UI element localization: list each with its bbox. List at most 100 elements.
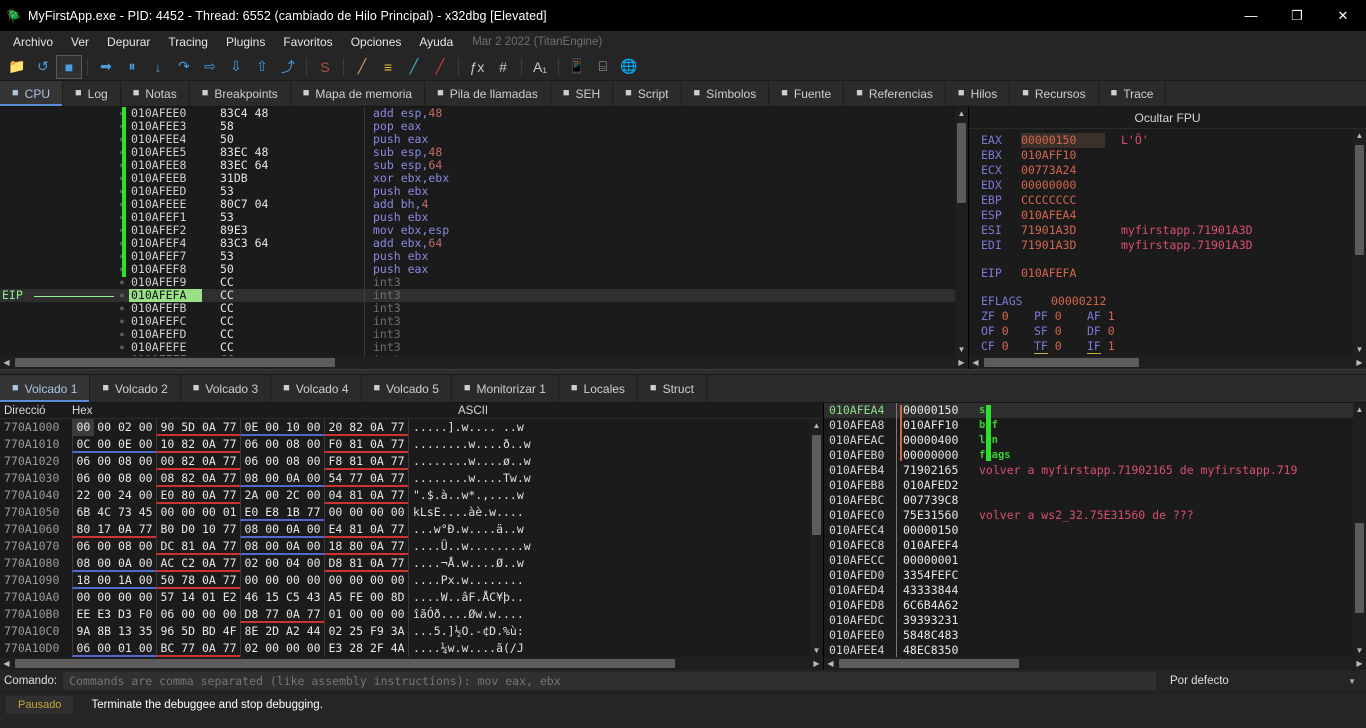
eflags-value[interactable]: 00000212 [1051,294,1135,309]
hex-byte[interactable]: AC [157,555,178,570]
hex-byte[interactable]: 10 [199,521,220,538]
step-out-button[interactable]: ⇨ [197,55,223,79]
hex-group[interactable]: F8 81 0A 77 [324,453,408,470]
hex-byte[interactable]: 08 [241,538,262,553]
tab-notas[interactable]: ■ Notas [121,81,190,106]
hide-fpu-button[interactable]: Ocultar FPU [969,107,1366,129]
hex-byte[interactable]: EE [73,606,94,623]
hex-byte[interactable]: 00 [346,504,367,521]
hex-byte[interactable]: 00 [262,538,283,553]
hex-byte[interactable]: 08 [157,470,178,485]
hex-byte[interactable]: 0A [199,436,220,451]
hex-byte[interactable]: 20 [325,419,346,434]
hex-byte[interactable]: 25 [346,623,367,640]
hex-byte[interactable]: 0A [367,470,388,485]
minimize-button[interactable]: — [1228,0,1274,31]
registers-hscrollbar[interactable]: ◀ ▶ [969,356,1366,369]
hex-byte[interactable]: 8E [241,623,262,640]
stack-row-value[interactable]: 5848C483 [896,628,974,643]
hex-byte[interactable]: 00 [303,572,324,589]
stack-row[interactable]: 010AFEC4 00000150 [824,523,1366,538]
hex-byte[interactable]: 06 [73,538,94,555]
hex-byte[interactable]: 06 [241,453,262,470]
functions-button[interactable]: ƒx [464,55,490,79]
register-row-eip[interactable]: EIP 010AFEFA [969,266,1366,281]
hex-byte[interactable]: 81 [346,487,367,502]
register-value[interactable]: 00773A24 [1021,163,1105,178]
run-to-user-button[interactable]: ⤴ [275,55,301,79]
dump-row[interactable]: 770A1060 80 17 0A 77 B0 D0 10 77 08 00 0A 00 E4 81 0A 77… [0,521,823,538]
stack-row-value[interactable]: 3354FEFC [896,568,974,583]
run-to-return-button[interactable]: ⇧ [249,55,275,79]
hex-group[interactable]: 08 00 0A 00 [72,555,156,572]
hex-group[interactable]: 57 14 01 E2 [156,589,240,606]
hex-group[interactable]: 18 00 1A 00 [72,572,156,589]
hex-byte[interactable]: 04 [283,555,304,572]
hex-byte[interactable]: E0 [157,487,178,502]
stack-row[interactable]: 010AFEA4 00000150 s [824,403,1366,418]
menu-favoritos[interactable]: Favoritos [274,32,341,52]
hex-byte[interactable]: 02 [115,419,136,436]
hex-byte[interactable]: 00 [262,470,283,485]
hex-byte[interactable]: 02 [241,640,262,657]
hex-byte[interactable]: 46 [241,589,262,606]
scroll-down-arrow[interactable]: ▼ [955,343,968,356]
dump-row[interactable]: 770A1050 6B 4C 73 45 00 00 00 01 E0 E8 1B 77 00 00 00 00… [0,504,823,521]
hex-byte[interactable]: 2C [283,487,304,504]
hex-byte[interactable]: 0A [283,538,304,553]
dump-row[interactable]: 770A10A0 00 00 00 00 57 14 01 E2 46 15 C5 43 A5 FE 00 8D… [0,589,823,606]
hex-byte[interactable]: D8 [241,606,262,621]
disassembly-panel[interactable]: ●010AFEE083C4 48add esp,48●010AFEE358pop… [0,107,968,369]
flag-tf[interactable]: TF 0 [1034,339,1087,354]
hex-byte[interactable]: 17 [94,521,115,536]
hex-byte[interactable]: 77 [219,555,240,570]
hex-byte[interactable]: 00 [94,589,115,606]
hex-byte[interactable]: 04 [325,487,346,502]
hex-byte[interactable]: 77 [387,453,408,468]
stack-row-value[interactable]: 00000150 [896,403,974,418]
hex-group[interactable]: 0E 00 10 00 [240,419,324,436]
dump-hscrollbar[interactable]: ◀ ▶ [0,657,823,670]
hex-byte[interactable]: 9A [73,623,94,640]
hex-byte[interactable]: 00 [157,453,178,468]
hex-byte[interactable]: 77 [219,538,240,553]
hex-group[interactable]: B0 D0 10 77 [156,521,240,538]
flag-sf[interactable]: SF 0 [1034,324,1087,339]
stack-row[interactable]: 010AFEE4 48EC8350 [824,643,1366,657]
stack-row-value[interactable]: 6C6B4A62 [896,598,974,613]
hex-byte[interactable]: 00 [387,504,408,521]
hex-byte[interactable]: 50 [157,572,178,587]
hex-group[interactable]: A5 FE 00 8D [324,589,408,606]
hex-byte[interactable]: 1B [283,504,304,519]
pause-button[interactable]: ⏸ [119,55,145,79]
flag-pf[interactable]: PF 0 [1034,309,1087,324]
hex-byte[interactable]: 00 [135,589,156,606]
hex-byte[interactable]: 00 [367,504,388,521]
hex-byte[interactable]: DC [157,538,178,553]
disassembly-hscrollbar[interactable]: ◀ ▶ [0,356,968,369]
hex-group[interactable]: E4 81 0A 77 [324,521,408,538]
hex-byte[interactable]: 82 [346,419,367,434]
hex-byte[interactable]: E4 [325,521,346,536]
hex-byte[interactable]: 35 [135,623,156,640]
hex-byte[interactable]: 00 [262,521,283,536]
hex-byte[interactable]: 00 [303,436,324,453]
hex-byte[interactable]: E2 [219,589,240,606]
hex-byte[interactable]: 00 [367,606,388,623]
breakpoint-dot-icon[interactable]: ● [115,302,129,315]
hex-group[interactable]: 00 00 00 00 [240,572,324,589]
menu-tracing[interactable]: Tracing [159,32,217,52]
hex-byte[interactable]: C2 [178,555,199,570]
maximize-button[interactable]: ❐ [1274,0,1320,31]
hex-byte[interactable]: 06 [73,640,94,655]
hex-byte[interactable]: 2D [262,623,283,640]
scroll-right-arrow[interactable]: ▶ [1353,356,1366,369]
hex-byte[interactable]: 08 [283,436,304,453]
hex-byte[interactable]: 0A [367,453,388,468]
flag-if[interactable]: IF 1 [1087,339,1140,354]
stack-row[interactable]: 010AFED4 43333844 [824,583,1366,598]
hex-byte[interactable]: 77 [387,470,408,485]
hex-byte[interactable]: BD [199,623,220,640]
hex-byte[interactable]: 0A [199,419,220,434]
hex-byte[interactable]: 00 [178,504,199,521]
